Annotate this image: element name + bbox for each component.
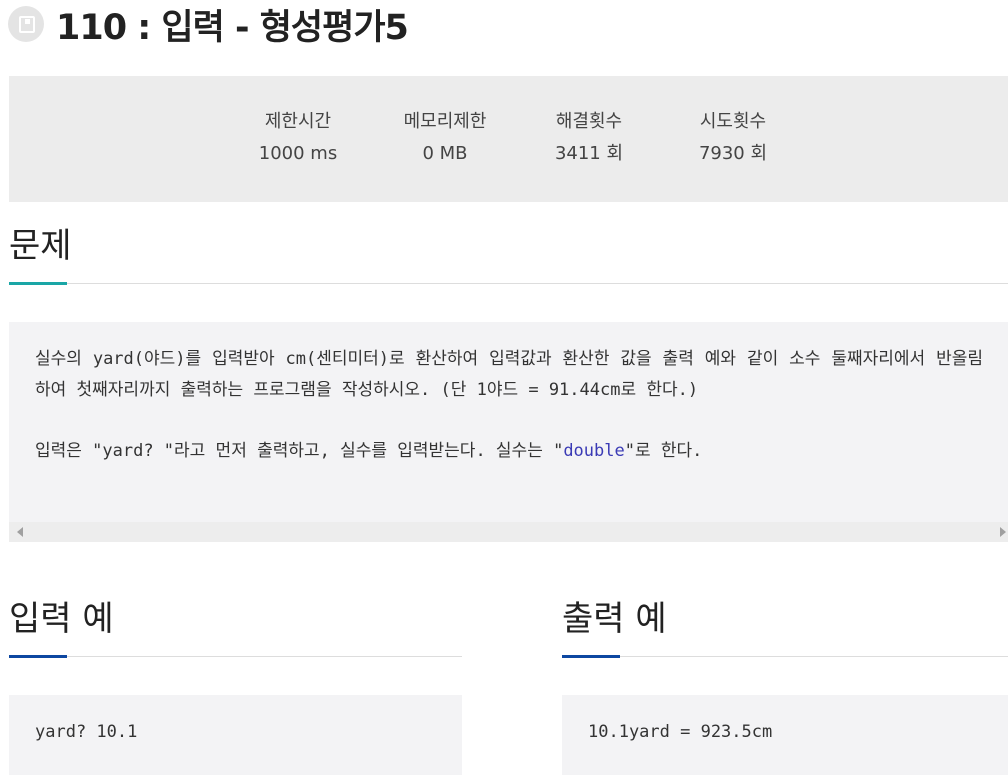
sample-output-section-header: 출력 예 (562, 597, 1008, 658)
sample-input-text: yard? 10.1 (35, 722, 138, 742)
heading-underline (562, 655, 620, 658)
problem-description: 실수의 yard(야드)를 입력받아 cm(센티미터)로 환산하여 입력값과 환… (35, 344, 983, 467)
info-memory-limit: 메모리제한 0 MB (380, 110, 510, 166)
info-label: 제한시간 (264, 111, 332, 132)
arrow-left-icon[interactable] (17, 527, 23, 537)
sample-input-box: yard? 10.1 (9, 695, 462, 775)
info-value: 0 MB (422, 143, 468, 164)
paragraph-2-text: 입력은 "yard? "라고 먼저 출력하고, 실수를 입력받는다. 실수는 " (35, 441, 564, 461)
sample-output-box: 10.1yard = 923.5cm (562, 695, 1008, 775)
info-label: 메모리제한 (403, 111, 487, 132)
info-value: 3411 회 (554, 143, 624, 164)
info-solved-count: 해결횟수 3411 회 (524, 110, 654, 166)
problem-description-box: 실수의 yard(야드)를 입력받아 cm(센티미터)로 환산하여 입력값과 환… (9, 322, 1008, 542)
horizontal-scrollbar[interactable] (9, 522, 1008, 542)
title-bar: 110 : 입력 - 형성평가5 (8, 0, 409, 48)
problem-heading: 문제 (9, 226, 72, 266)
info-label: 시도횟수 (699, 111, 767, 132)
info-label: 해결횟수 (555, 111, 623, 132)
paragraph-2-tail: "로 한다. (624, 441, 703, 461)
sample-output-text: 10.1yard = 923.5cm (588, 722, 773, 742)
sample-input-section-header: 입력 예 (9, 597, 462, 658)
problem-info-panel: 제한시간 1000 ms 메모리제한 0 MB 해결횟수 3411 회 시도횟수… (9, 76, 1008, 202)
arrow-right-icon[interactable] (1000, 527, 1006, 537)
heading-underline (9, 655, 67, 658)
info-value: 1000 ms (258, 143, 338, 164)
heading-underline (9, 282, 67, 285)
problem-icon (8, 6, 44, 42)
sample-output-heading: 출력 예 (562, 599, 667, 639)
info-value: 7930 회 (698, 143, 768, 164)
sample-input-heading: 입력 예 (9, 599, 114, 639)
double-keyword: double (563, 441, 625, 461)
info-attempt-count: 시도횟수 7930 회 (668, 110, 798, 166)
page-title: 110 : 입력 - 형성평가5 (56, 7, 409, 48)
problem-paragraph-2: 입력은 "yard? "라고 먼저 출력하고, 실수를 입력받는다. 실수는 "… (35, 436, 983, 467)
problem-section-header: 문제 (9, 224, 1008, 285)
info-time-limit: 제한시간 1000 ms (233, 110, 363, 166)
problem-paragraph-1: 실수의 yard(야드)를 입력받아 cm(센티미터)로 환산하여 입력값과 환… (35, 349, 983, 400)
